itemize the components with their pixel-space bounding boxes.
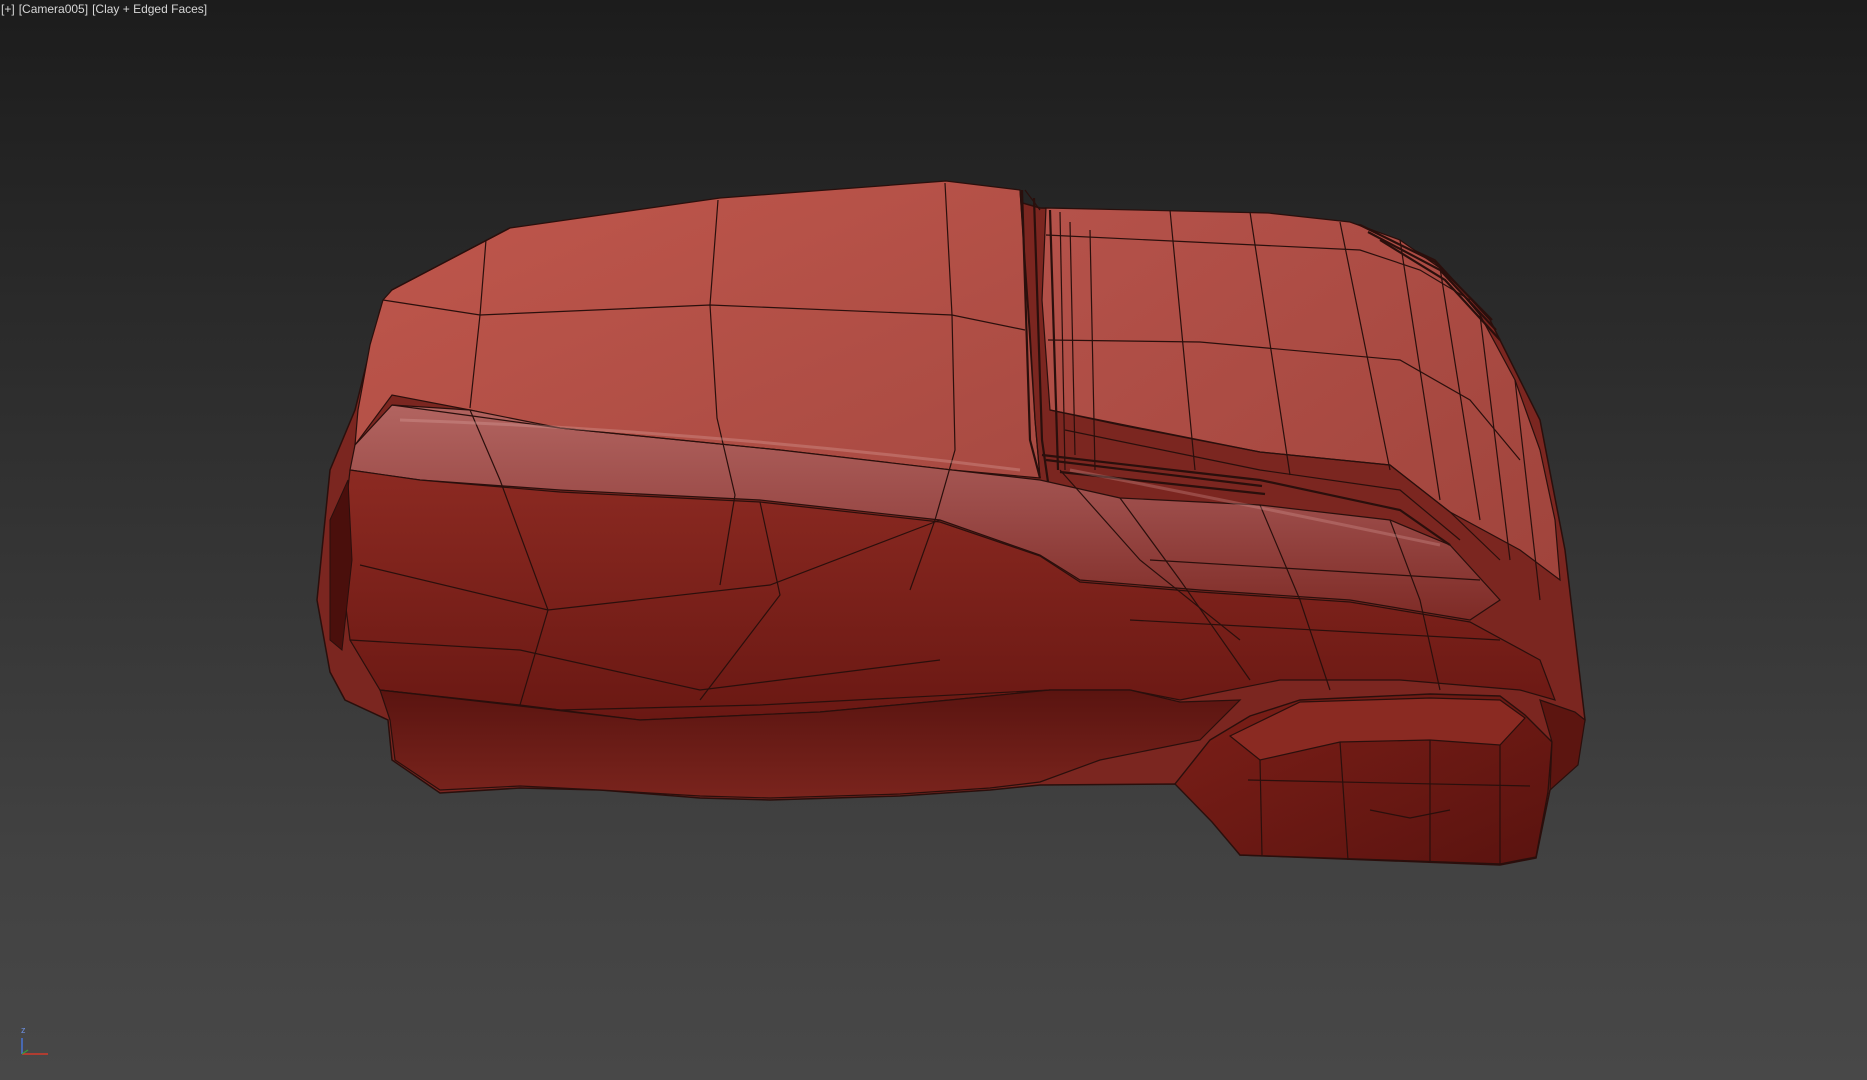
viewport-label-menu: [+] [Camera005] [Clay + Edged Faces]: [1, 2, 207, 16]
car-body-mesh[interactable]: [0, 0, 1867, 1080]
viewport-camera-menu[interactable]: [Camera005]: [19, 2, 88, 16]
3d-viewport[interactable]: [+] [Camera005] [Clay + Edged Faces] z: [0, 0, 1867, 1080]
axis-gizmo: z: [14, 1025, 56, 1060]
viewport-shading-menu[interactable]: [Clay + Edged Faces]: [92, 2, 207, 16]
viewport-general-menu[interactable]: [+]: [1, 2, 15, 16]
axis-z-label: z: [21, 1025, 26, 1035]
